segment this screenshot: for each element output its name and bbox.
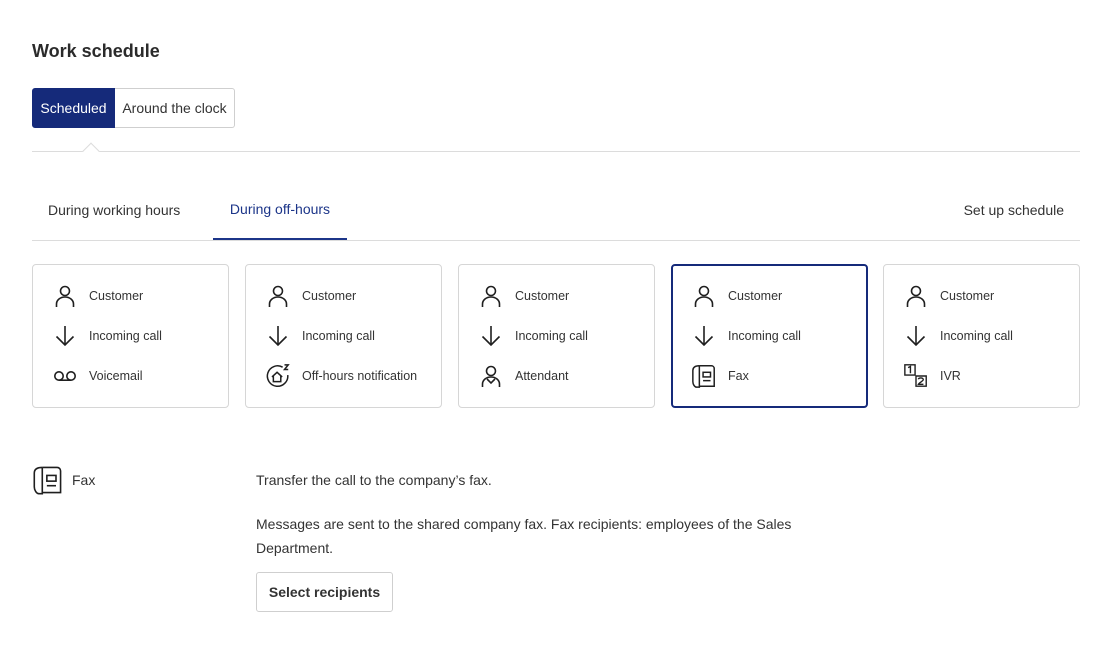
card-row: Fax (691, 363, 749, 389)
card-row: Incoming call (265, 323, 375, 349)
person-icon (691, 283, 717, 309)
around-the-clock-option[interactable]: Around the clock (115, 88, 235, 128)
off-hours-notification-icon (265, 363, 291, 389)
card-row: IVR (903, 363, 961, 389)
card-row-label: Incoming call (89, 329, 162, 343)
card-row-label: Fax (728, 369, 749, 383)
arrow-down-icon (478, 323, 504, 349)
schedule-tabs: During working hours During off-hours Se… (32, 180, 1080, 241)
attendant-icon (478, 363, 504, 389)
card-row-label: Off-hours notification (302, 369, 418, 383)
tab-working-hours[interactable]: During working hours (48, 180, 180, 239)
detail-description: Transfer the call to the company’s fax. (256, 472, 492, 488)
schedule-mode-toggle: Scheduled Around the clock (32, 88, 235, 128)
card-row-label: Incoming call (940, 329, 1013, 343)
routing-card-off-hours-notification[interactable]: Customer Incoming call Off-hours notific… (245, 264, 442, 408)
card-row-label: Incoming call (515, 329, 588, 343)
card-row-label: Customer (940, 289, 995, 303)
arrow-down-icon (903, 323, 929, 349)
voicemail-icon (52, 363, 78, 389)
arrow-down-icon (691, 323, 717, 349)
card-row-label: Customer (302, 289, 357, 303)
card-row-label: Customer (89, 289, 144, 303)
card-row: Incoming call (691, 323, 801, 349)
card-row: Voicemail (52, 363, 143, 389)
toggle-pointer (82, 142, 100, 160)
tab-off-hours[interactable]: During off-hours (213, 180, 347, 240)
card-row-label: Incoming call (728, 329, 801, 343)
detail-title: Fax (72, 472, 96, 488)
routing-card-ivr[interactable]: Customer Incoming call IVR (883, 264, 1080, 408)
page-title: Work schedule (32, 41, 160, 61)
routing-card-attendant[interactable]: Customer Incoming call Attendant (458, 264, 655, 408)
fax-icon (32, 464, 64, 496)
card-row-label: Customer (515, 289, 570, 303)
divider (32, 151, 1080, 152)
routing-card-voicemail[interactable]: Customer Incoming call Voicemail (32, 264, 229, 408)
arrow-down-icon (52, 323, 78, 349)
card-row: Off-hours notification (265, 363, 417, 389)
card-row: Customer (52, 283, 143, 309)
select-recipients-button[interactable]: Select recipients (256, 572, 393, 612)
detail-note: Messages are sent to the shared company … (256, 516, 792, 556)
scheduled-option[interactable]: Scheduled (32, 88, 115, 128)
card-row-label: Customer (728, 289, 783, 303)
card-row: Customer (265, 283, 356, 309)
fax-icon (691, 363, 717, 389)
card-row: Customer (478, 283, 569, 309)
card-row: Customer (903, 283, 994, 309)
card-row: Incoming call (52, 323, 162, 349)
card-row: Incoming call (478, 323, 588, 349)
card-row: Incoming call (903, 323, 1013, 349)
routing-card-fax[interactable]: Customer Incoming call Fax (671, 264, 868, 408)
person-icon (52, 283, 78, 309)
card-row: Customer (691, 283, 782, 309)
person-icon (903, 283, 929, 309)
card-row-label: IVR (940, 369, 961, 383)
card-row-label: Voicemail (89, 369, 143, 383)
card-row-label: Attendant (515, 369, 569, 383)
person-icon (478, 283, 504, 309)
set-up-schedule-link[interactable]: Set up schedule (964, 180, 1064, 239)
card-row: Attendant (478, 363, 569, 389)
arrow-down-icon (265, 323, 291, 349)
person-icon (265, 283, 291, 309)
ivr-icon (903, 363, 929, 389)
card-row-label: Incoming call (302, 329, 375, 343)
